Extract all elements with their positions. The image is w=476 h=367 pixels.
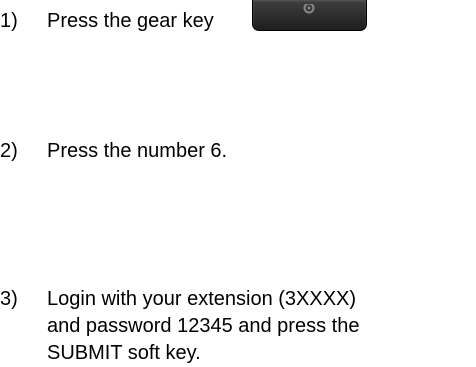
step-text-line: and password 12345 and press the (47, 315, 360, 337)
step-number: 2) (0, 140, 18, 162)
step-text: Press the gear key (47, 10, 214, 32)
step-text: Login with your extension (3XXXX) and pa… (47, 286, 476, 367)
step-text-line: Login with your extension (3XXXX) (47, 288, 357, 310)
gear-icon (303, 4, 315, 14)
step-text-line: SUBMIT soft key. (47, 342, 201, 364)
step-number: 3) (0, 288, 18, 310)
step-text: Press the number 6. (47, 140, 228, 162)
step-number: 1) (0, 10, 18, 32)
gear-key-image (252, 0, 367, 31)
